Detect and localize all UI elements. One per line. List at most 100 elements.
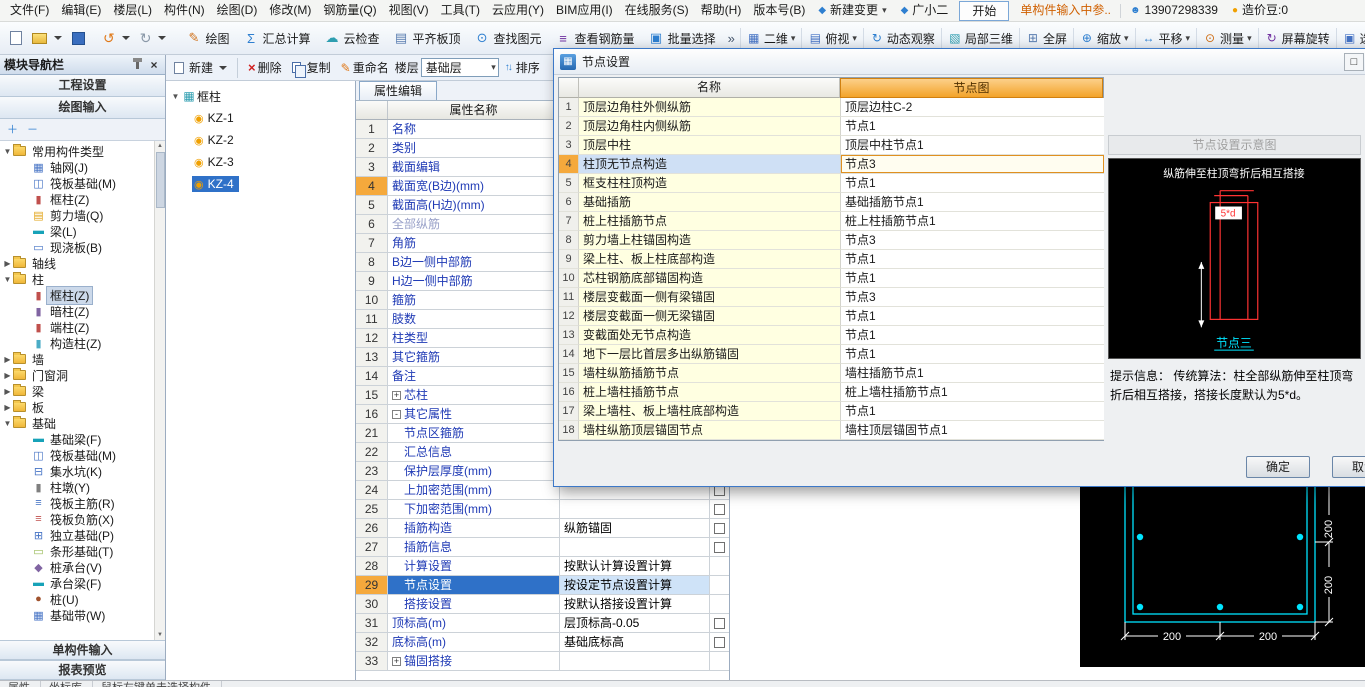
- menu-item[interactable]: 云应用(Y): [486, 0, 550, 21]
- toolbar-item[interactable]: Σ 汇总计算: [236, 28, 317, 49]
- toolbar-item[interactable]: ▤ 平齐板顶: [387, 28, 468, 49]
- tree-scrollbar[interactable]: ▲ ▼: [154, 141, 165, 640]
- menu-item[interactable]: 视图(V): [383, 0, 435, 21]
- tree-node-label[interactable]: 筏板负筋(X): [47, 511, 117, 528]
- sort-button[interactable]: ↑↓ 排序: [501, 57, 544, 78]
- toolbar-item[interactable]: ≡ 查看钢筋量: [549, 28, 642, 49]
- property-name-cell[interactable]: 计算设置: [388, 557, 560, 575]
- component-item[interactable]: ◉ KZ-3: [166, 151, 355, 173]
- tree-node[interactable]: ▭ 现浇板(B): [2, 239, 153, 255]
- property-name-cell[interactable]: 节点区箍筋: [388, 424, 560, 442]
- view-toolbar-item[interactable]: ▧ 局部三维: [940, 27, 1019, 49]
- node-setting-value[interactable]: 节点1: [841, 117, 1104, 136]
- expander-icon[interactable]: ▶: [2, 403, 13, 412]
- tree-node[interactable]: ▼ 常用构件类型: [2, 143, 153, 159]
- tree-node-label[interactable]: 基础带(W): [47, 607, 108, 624]
- property-name-cell[interactable]: 截面宽(B边)(mm): [388, 177, 560, 195]
- tree-node-label[interactable]: 基础: [29, 415, 59, 432]
- tree-node-label[interactable]: 筏板基础(M): [47, 447, 119, 464]
- node-setting-value[interactable]: 基础插筋节点1: [841, 193, 1104, 212]
- node-setting-row[interactable]: 15 墙柱纵筋插筋节点 墙柱插筋节点1: [559, 364, 1104, 383]
- name-column-header[interactable]: 名称: [578, 78, 840, 98]
- tab-property-editor[interactable]: 属性编辑: [359, 81, 437, 100]
- new-component-button[interactable]: 新建: [170, 57, 231, 78]
- section-preview-viewport[interactable]: 200 200 200 200: [1080, 461, 1365, 667]
- node-setting-row[interactable]: 14 地下一层比首层多出纵筋锚固 节点1: [559, 345, 1104, 364]
- property-name-cell[interactable]: H边一侧中部筋: [388, 272, 560, 290]
- property-name-cell[interactable]: 上加密范围(mm): [388, 481, 560, 499]
- node-setting-value[interactable]: 节点3: [841, 231, 1104, 250]
- node-setting-name[interactable]: 框支柱柱顶构造: [579, 174, 841, 193]
- node-setting-value[interactable]: 节点1: [841, 174, 1104, 193]
- node-setting-value[interactable]: 节点3: [841, 288, 1104, 307]
- assistant-menu[interactable]: ◆ 广小二: [894, 0, 956, 21]
- tree-node-label[interactable]: 梁: [29, 383, 47, 400]
- tree-node[interactable]: ▦ 基础带(W): [2, 607, 153, 623]
- tree-node-label[interactable]: 桩承台(V): [47, 559, 105, 576]
- component-item[interactable]: ◉ KZ-4: [166, 173, 355, 195]
- expander-icon[interactable]: ▼: [2, 147, 13, 156]
- nav-bottom-button[interactable]: 单构件输入: [0, 640, 165, 660]
- floor-select[interactable]: 基础层 ▾: [420, 58, 499, 77]
- nav-section-button[interactable]: 工程设置: [0, 75, 165, 97]
- tree-node[interactable]: ▬ 基础梁(F): [2, 431, 153, 447]
- coin-balance[interactable]: ● 造价豆:0: [1225, 0, 1295, 21]
- expander-icon[interactable]: ▶: [2, 355, 13, 364]
- node-setting-row[interactable]: 16 桩上墙柱插筋节点 桩上墙柱插筋节点1: [559, 383, 1104, 402]
- expander-icon[interactable]: ▼: [2, 275, 13, 284]
- node-setting-name[interactable]: 剪力墙上柱锚固构造: [579, 231, 841, 250]
- node-setting-row[interactable]: 13 变截面处无节点构造 节点1: [559, 326, 1104, 345]
- view-toolbar-item[interactable]: ⊕ 缩放 ▾: [1072, 27, 1135, 49]
- property-name-cell[interactable]: 汇总信息: [388, 443, 560, 461]
- property-name-cell[interactable]: 截面编辑: [388, 158, 560, 176]
- view-toolbar-item[interactable]: ▣ 选择样式: [1335, 27, 1365, 49]
- menu-item[interactable]: 楼层(L): [107, 0, 158, 21]
- node-setting-name[interactable]: 顶层中柱: [579, 136, 841, 155]
- scroll-up-icon[interactable]: ▲: [157, 141, 163, 151]
- property-name-cell[interactable]: 名称: [388, 120, 560, 138]
- toolbar-item[interactable]: ⊙ 查找图元: [468, 28, 549, 49]
- node-setting-value[interactable]: 顶层中柱节点1: [841, 136, 1104, 155]
- node-setting-name[interactable]: 梁上柱、板上柱底部构造: [579, 250, 841, 269]
- tree-node[interactable]: ▶ 门窗洞: [2, 367, 153, 383]
- node-setting-value[interactable]: 墙柱插筋节点1: [841, 364, 1104, 383]
- node-setting-row[interactable]: 17 梁上墙柱、板上墙柱底部构造 节点1: [559, 402, 1104, 421]
- tree-node-label[interactable]: 集水坑(K): [47, 463, 105, 480]
- open-file-button[interactable]: [27, 31, 67, 46]
- tree-node[interactable]: ◫ 筏板基础(M): [2, 175, 153, 191]
- node-setting-name[interactable]: 顶层边角柱外侧纵筋: [579, 98, 841, 117]
- node-setting-value[interactable]: 节点1: [841, 326, 1104, 345]
- property-name-cell[interactable]: B边一侧中部筋: [388, 253, 560, 271]
- property-value-cell[interactable]: 按默认搭接设置计算: [560, 595, 710, 613]
- node-setting-row[interactable]: 11 楼层变截面一侧有梁锚固 节点3: [559, 288, 1104, 307]
- node-setting-name[interactable]: 变截面处无节点构造: [579, 326, 841, 345]
- node-setting-row[interactable]: 18 墙柱纵筋顶层锚固节点 墙柱顶层锚固节点1: [559, 421, 1104, 440]
- tree-node-label[interactable]: 剪力墙(Q): [47, 207, 106, 224]
- property-value-cell[interactable]: 按默认计算设置计算: [560, 557, 710, 575]
- tree-node[interactable]: ▤ 剪力墙(Q): [2, 207, 153, 223]
- checkbox[interactable]: [714, 522, 725, 534]
- node-setting-row[interactable]: 7 桩上柱插筋节点 桩上柱插筋节点1: [559, 212, 1104, 231]
- tree-node[interactable]: ▮ 框柱(Z): [2, 191, 153, 207]
- tree-node[interactable]: ◫ 筏板基础(M): [2, 447, 153, 463]
- tree-node-label[interactable]: 柱墩(Y): [47, 479, 93, 496]
- delete-component-button[interactable]: × 删除: [244, 57, 286, 78]
- expander-icon[interactable]: ▶: [2, 387, 13, 396]
- property-value-cell[interactable]: [560, 652, 710, 670]
- tree-node-label[interactable]: 轴线: [29, 255, 59, 272]
- property-name-cell[interactable]: 柱类型: [388, 329, 560, 347]
- tree-node-label[interactable]: 构造柱(Z): [47, 335, 104, 352]
- view-toolbar-item[interactable]: ▤ 俯视 ▾: [801, 27, 863, 49]
- component-item[interactable]: ◉ KZ-2: [166, 129, 355, 151]
- property-name-cell[interactable]: 保护层厚度(mm): [388, 462, 560, 480]
- property-name-cell[interactable]: - 其它属性: [388, 405, 560, 423]
- view-toolbar-item[interactable]: ↻ 动态观察: [862, 27, 941, 49]
- view-toolbar-item[interactable]: ↔ 平移 ▾: [1134, 27, 1197, 49]
- node-setting-row[interactable]: 4 柱顶无节点构造 节点3: [559, 155, 1104, 174]
- tree-node[interactable]: ▼ 柱: [2, 271, 153, 287]
- node-setting-name[interactable]: 桩上墙柱插筋节点: [579, 383, 841, 402]
- menu-item[interactable]: 绘图(D): [211, 0, 264, 21]
- property-name-cell[interactable]: 肢数: [388, 310, 560, 328]
- new-file-button[interactable]: [5, 29, 27, 47]
- expand-toggle-icon[interactable]: +: [392, 390, 401, 400]
